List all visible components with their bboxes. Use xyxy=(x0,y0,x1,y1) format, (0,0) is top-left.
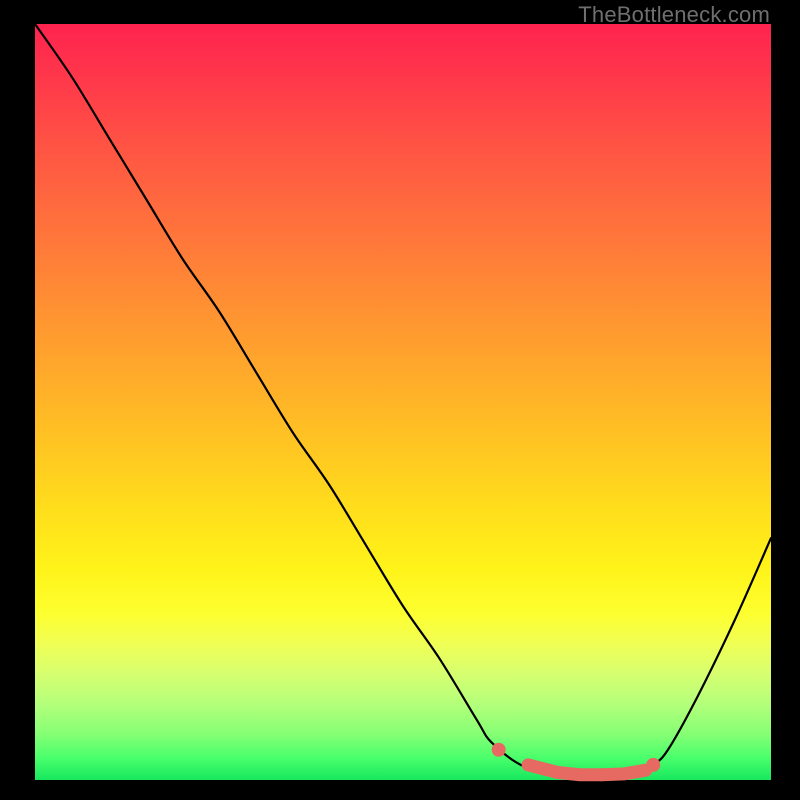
curve-line xyxy=(35,24,771,777)
optimal-range-segment xyxy=(528,765,646,775)
bottleneck-curve xyxy=(35,24,771,780)
chart-frame: TheBottleneck.com xyxy=(0,0,800,800)
plot-area xyxy=(35,24,771,780)
optimal-range-dot xyxy=(492,743,506,757)
optimal-range-dot xyxy=(646,758,660,772)
optimal-range-dot xyxy=(595,768,608,781)
optimal-range-dot xyxy=(551,766,564,779)
